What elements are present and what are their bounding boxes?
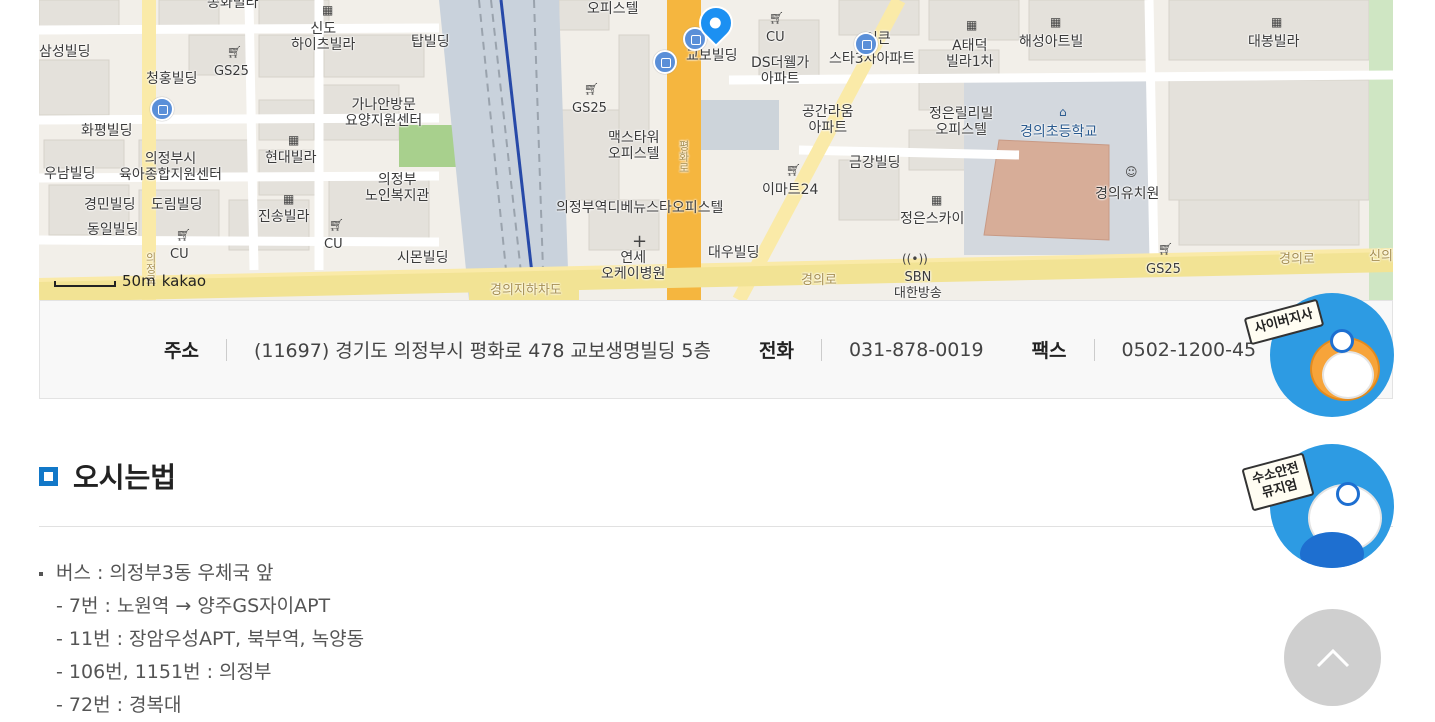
convenience-store-icon: 🛒︎: [584, 82, 600, 96]
map-label-samsung-building: 삼성빌딩: [39, 44, 91, 60]
kindergarten-icon: ☺: [1125, 165, 1138, 179]
square-bullet-icon: [39, 466, 58, 486]
map-label-gyeongui-elementary: 경의초등학교: [1020, 124, 1098, 140]
map-label-cu-b: CU: [324, 237, 343, 252]
bus-stop-icon[interactable]: [653, 50, 677, 74]
gas-logo-icon: [1336, 482, 1360, 506]
scale-bar: [54, 281, 116, 287]
map-scale: 50m kakao: [54, 268, 206, 290]
map-label-hyundai-villa: 현대빌라: [265, 150, 317, 166]
map-label-ganaan-center: 가나안방문 요양지원센터: [345, 97, 423, 129]
map-label-hwapyeong-building: 화평빌딩: [81, 123, 133, 139]
building-icon: ▦: [1050, 15, 1062, 29]
section-title: 오시는법: [73, 461, 177, 494]
map-label-jeongeun-sky: 정은스카이: [900, 211, 965, 227]
map-label-cheonghong-building: 청홍빌딩: [146, 71, 198, 87]
map-label-unam-building: 우남빌딩: [44, 166, 96, 182]
map-label-simon-building: 시몬빌딩: [397, 250, 449, 266]
convenience-store-icon: 🛒︎: [227, 45, 243, 59]
bus-route-item: - 7번 : 노원역 → 양주GS자이APT: [56, 595, 331, 617]
map-label-gyeongui-kindergarten: 경의유치원: [1095, 186, 1160, 202]
address-label: 주소: [164, 340, 199, 362]
map-label-cu-c: CU: [766, 30, 785, 45]
map-label-maxtower: 맥스타워 오피스텔: [608, 130, 660, 162]
convenience-store-icon: 🛒︎: [769, 11, 785, 25]
map-label-officetel: 오피스텔: [587, 1, 639, 17]
building-icon: ▦: [322, 3, 334, 17]
map-label-debeneus-officetel: 의정부역디베뉴스타오피스텔: [556, 200, 724, 216]
scale-text: 50m: [122, 272, 156, 290]
fax-label: 팩스: [1031, 340, 1067, 362]
bus-route-item: - 106번, 1151번 : 의정부: [56, 661, 272, 683]
map-label-daebong-villa: 대봉빌라: [1248, 34, 1300, 50]
school-icon: ⌂: [1059, 105, 1067, 119]
map-label-jeongeun-lilyvill: 정은릴리빌 오피스텔: [929, 106, 994, 138]
map-label-gyeongmin-building: 경민빌딩: [84, 197, 136, 213]
map-label-geumgang-building: 금강빌딩: [849, 155, 901, 171]
contact-info-bar: 주소 (11697) 경기도 의정부시 평화로 478 교보생명빌딩 5층 전화…: [39, 300, 1393, 399]
building-icon: ▦: [1271, 15, 1283, 29]
map-label-gonggan-apartment: 공간라움 아파트: [802, 104, 854, 136]
section-heading: 오시는법: [39, 456, 176, 496]
map-label-emart24: 이마트24: [762, 182, 819, 198]
convenience-store-icon: 🛒︎: [1158, 242, 1174, 256]
bus-route-item: - 72번 : 경복대: [56, 694, 182, 716]
mascot-face: [1322, 351, 1374, 399]
map-label-atae-villa: A태덕 빌라1차: [946, 38, 994, 70]
location-map[interactable]: 송화빌라 삼성빌딩 청홍빌딩 화평빌딩 우남빌딩 의정부시 육아종합지원센터 경…: [39, 0, 1393, 300]
map-label-tap-building: 탑빌딩: [411, 34, 450, 50]
phone-value[interactable]: 031-878-0019: [849, 339, 984, 361]
scroll-to-top-button[interactable]: [1284, 609, 1381, 706]
phone-label: 전화: [759, 340, 794, 362]
address-value: (11697) 경기도 의정부시 평화로 478 교보생명빌딩 5층: [253, 340, 711, 362]
map-label-dorim-building: 도림빌딩: [151, 197, 203, 213]
broadcast-icon: ((•)): [902, 252, 928, 266]
map-label-gs25-c: GS25: [1146, 262, 1181, 277]
map-label-daewoo-building: 대우빌딩: [708, 245, 760, 261]
map-label-road-gyeongui-1: 경의로: [801, 273, 837, 288]
building-icon: ▦: [283, 192, 295, 206]
bus-stop-heading: 버스 : 의정부3동 우체국 앞: [39, 557, 364, 590]
map-label-cu-a: CU: [170, 247, 189, 262]
map-label-haeseong-artvill: 해성아트빌: [1019, 34, 1084, 50]
map-label-jinsong-villa: 진송빌라: [258, 209, 310, 225]
map-label-childcare-center: 의정부시 육아종합지원센터: [119, 151, 223, 183]
map-label-dongil-building: 동일빌딩: [87, 222, 139, 238]
map-label-yonsei-hospital: 연세 오케이병원: [601, 250, 666, 282]
mascot-body: [1300, 532, 1364, 568]
chevron-up-icon: [1316, 648, 1349, 667]
map-label-road-sin: 신의: [1369, 249, 1393, 264]
map-label-gs25-b: GS25: [572, 101, 607, 116]
map-label-ds-apartment: DS더웰가 아파트: [751, 55, 810, 87]
bus-stop-icon[interactable]: [150, 97, 174, 121]
bus-route-item: - 11번 : 장암우성APT, 북부역, 녹양동: [56, 628, 365, 650]
section-divider: [39, 526, 1393, 527]
divider: [225, 338, 227, 361]
convenience-store-icon: 🛒︎: [329, 218, 345, 232]
map-label-senior-welfare: 의정부 노인복지관: [365, 172, 430, 204]
directions-list: 버스 : 의정부3동 우체국 앞 - 7번 : 노원역 → 양주GS자이APT …: [39, 557, 364, 722]
fax-value: 0502-1200-45: [1121, 338, 1257, 361]
divider: [1093, 338, 1095, 361]
gas-logo-icon: [1330, 329, 1354, 353]
map-label-songhwa: 송화빌라: [207, 0, 259, 11]
convenience-store-icon: 🛒︎: [176, 228, 192, 242]
map-label-road-gyeongui-2: 경의로: [1279, 252, 1315, 267]
building-icon: ▦: [931, 193, 943, 207]
map-label-sindo-heights: 신도 하이츠빌라: [291, 21, 356, 53]
bus-stop-icon[interactable]: [854, 32, 878, 56]
hospital-icon: +: [632, 231, 648, 252]
map-label-pyeonghwa-road: 평화로: [677, 140, 690, 173]
convenience-store-icon: 🛒︎: [786, 163, 802, 177]
divider: [820, 338, 822, 361]
building-icon: ▦: [288, 133, 300, 147]
map-label-underpass: 경의지하차도: [490, 283, 562, 298]
map-label-sbn: SBN 대한방송: [894, 270, 942, 300]
map-label-gs25-a: GS25: [214, 64, 249, 79]
kakao-logo[interactable]: kakao: [162, 272, 206, 290]
building-icon: ▦: [966, 18, 978, 32]
